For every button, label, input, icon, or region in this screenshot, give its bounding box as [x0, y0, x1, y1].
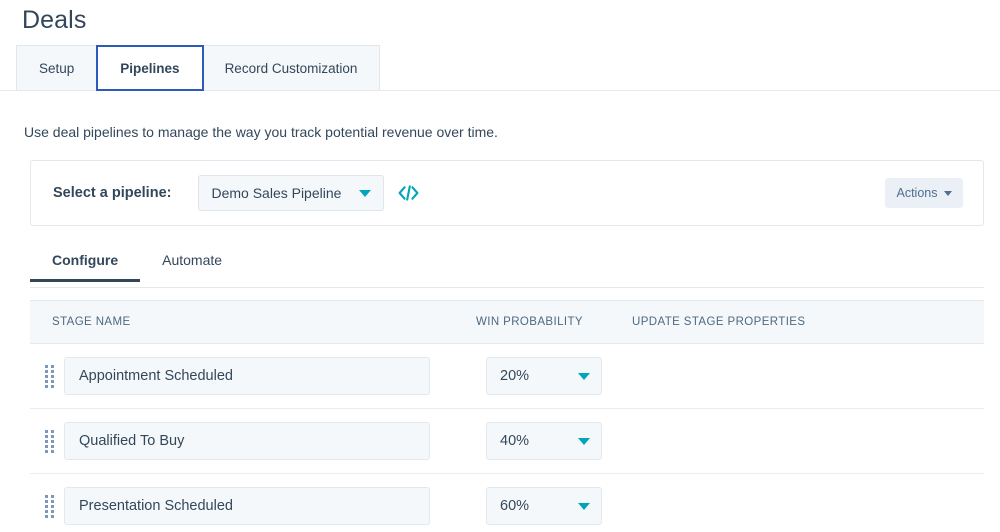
tab-pipelines[interactable]: Pipelines — [96, 45, 204, 91]
win-probability-dropdown[interactable]: 20% — [486, 357, 602, 395]
intro-text: Use deal pipelines to manage the way you… — [24, 124, 498, 140]
select-pipeline-label: Select a pipeline: — [53, 185, 172, 201]
column-header-win-probability: WIN PROBABILITY — [476, 316, 583, 328]
stage-name-input[interactable] — [64, 422, 430, 460]
pipeline-select-dropdown[interactable]: Demo Sales Pipeline — [198, 175, 385, 211]
sub-tab-configure[interactable]: Configure — [30, 248, 141, 282]
tab-setup[interactable]: Setup — [16, 45, 98, 91]
tab-setup-label: Setup — [39, 60, 75, 76]
pipeline-selector-card: Select a pipeline: Demo Sales Pipeline A… — [30, 160, 984, 226]
tab-pipelines-label: Pipelines — [120, 60, 180, 76]
code-icon[interactable] — [398, 185, 419, 201]
sub-tab-automate-label: Automate — [162, 252, 223, 268]
stage-name-input[interactable] — [64, 487, 430, 525]
sub-tab-automate[interactable]: Automate — [140, 248, 244, 281]
chevron-down-icon — [359, 189, 372, 197]
column-header-stage-name: STAGE NAME — [52, 316, 131, 328]
tab-record-customization-label: Record Customization — [224, 60, 358, 76]
stages-table: STAGE NAME WIN PROBABILITY UPDATE STAGE … — [30, 300, 984, 532]
sub-tab-configure-label: Configure — [52, 252, 119, 268]
win-probability-dropdown[interactable]: 60% — [486, 487, 602, 525]
win-probability-dropdown[interactable]: 40% — [486, 422, 602, 460]
pipeline-select-value: Demo Sales Pipeline — [211, 185, 342, 201]
chevron-down-icon — [578, 372, 590, 380]
table-row: 60% — [30, 474, 984, 532]
win-probability-value: 60% — [500, 498, 530, 514]
drag-handle-icon[interactable] — [38, 429, 60, 453]
deals-pipelines-page: Deals Setup Pipelines Record Customizati… — [0, 0, 1000, 532]
drag-handle-icon[interactable] — [38, 364, 60, 388]
stage-name-input[interactable] — [64, 357, 430, 395]
win-probability-value: 20% — [500, 368, 530, 384]
column-header-update-stage-properties: UPDATE STAGE PROPERTIES — [632, 316, 806, 328]
win-probability-value: 40% — [500, 433, 530, 449]
chevron-down-icon — [578, 502, 590, 510]
table-header-row: STAGE NAME WIN PROBABILITY UPDATE STAGE … — [30, 300, 984, 344]
actions-button-label: Actions — [896, 186, 938, 200]
actions-button[interactable]: Actions — [885, 178, 963, 208]
drag-handle-icon[interactable] — [38, 494, 60, 518]
top-tab-bar: Setup Pipelines Record Customization — [16, 45, 381, 91]
sub-tab-bar: Configure Automate — [30, 248, 984, 288]
tab-record-customization[interactable]: Record Customization — [202, 45, 381, 91]
chevron-down-icon — [943, 190, 952, 196]
chevron-down-icon — [578, 437, 590, 445]
page-title: Deals — [22, 6, 87, 34]
table-row: 20% — [30, 344, 984, 409]
table-row: 40% — [30, 409, 984, 474]
